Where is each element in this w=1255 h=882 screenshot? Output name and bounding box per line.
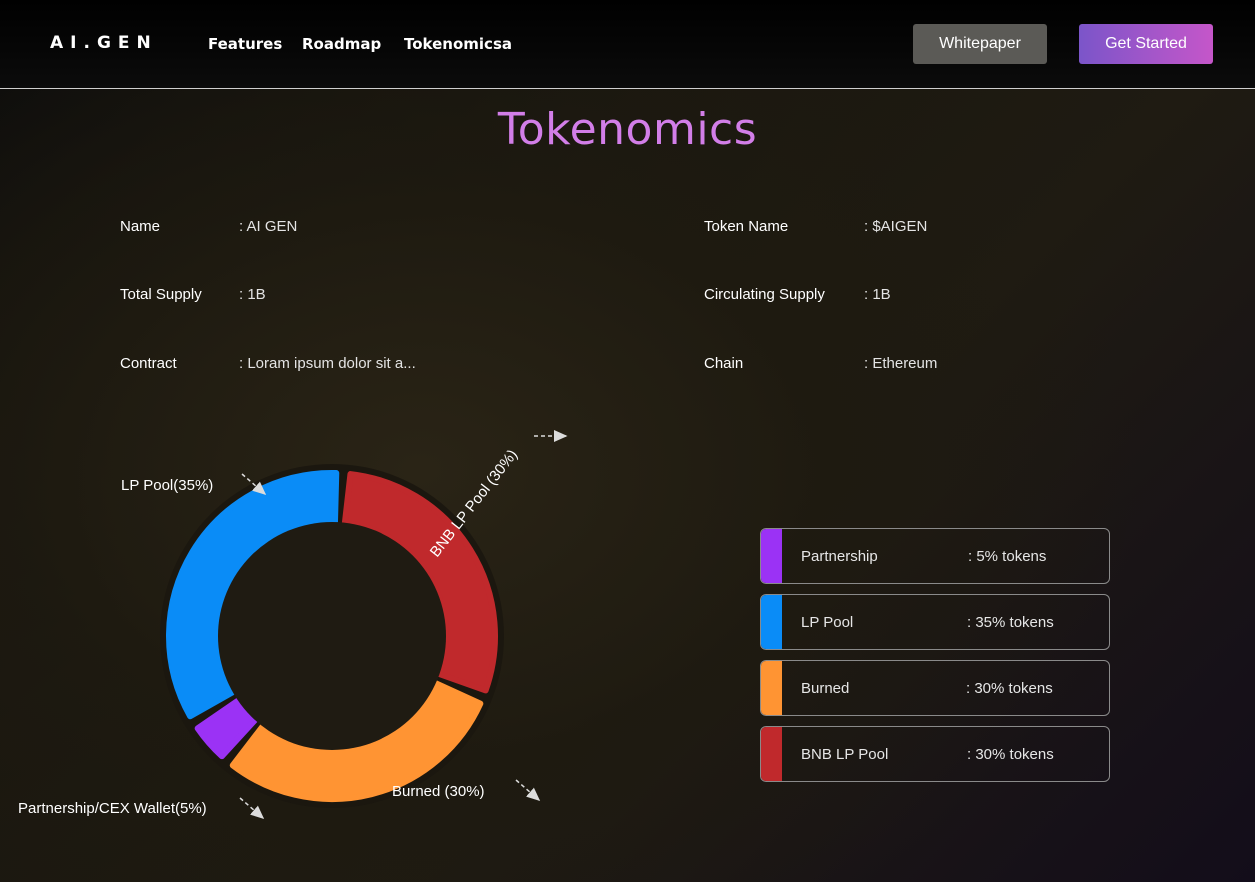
arrow-partnership [239, 797, 265, 819]
logo[interactable]: AI.GEN [50, 33, 158, 53]
legend-value: : 35% tokens [967, 614, 1054, 631]
nav-tokenomics[interactable]: Tokenomicsa [404, 35, 512, 53]
info-value-contract[interactable]: : Loram ipsum dolor sit a... [239, 355, 416, 372]
info-value-total-supply: : 1B [239, 286, 266, 303]
legend-item-lp-pool: LP Pool : 35% tokens [760, 594, 1110, 650]
get-started-button[interactable]: Get Started [1079, 24, 1213, 64]
info-label-token-name: Token Name [704, 218, 789, 235]
legend-swatch [761, 661, 782, 715]
donut-hole [218, 522, 446, 750]
legend-swatch [761, 529, 782, 583]
legend-item-bnb-lp-pool: BNB LP Pool : 30% tokens [760, 726, 1110, 782]
info-label-total-supply: Total Supply [120, 286, 202, 303]
info-value-circulating-supply: : 1B [864, 286, 891, 303]
nav-features[interactable]: Features [208, 35, 282, 53]
info-label-name: Name [120, 218, 161, 235]
info-value-name: : AI GEN [239, 218, 298, 235]
nav-roadmap[interactable]: Roadmap [302, 35, 381, 53]
legend-swatch [761, 595, 782, 649]
info-value-token-name: : $AIGEN [864, 218, 928, 235]
legend-value: : 5% tokens [968, 548, 1047, 565]
whitepaper-button[interactable]: Whitepaper [913, 24, 1047, 64]
label-lp-pool: LP Pool(35%) [121, 477, 213, 494]
site-header: AI.GEN Features Roadmap Tokenomicsa Whit… [0, 0, 1255, 89]
legend-name: BNB LP Pool [801, 746, 889, 763]
legend-item-burned: Burned : 30% tokens [760, 660, 1110, 716]
label-burned: Burned (30%) [392, 783, 485, 800]
info-label-chain: Chain [704, 355, 744, 372]
legend-name: Partnership [801, 548, 878, 565]
info-label-circulating-supply: Circulating Supply [704, 286, 825, 303]
arrow-burned [515, 779, 541, 801]
legend-value: : 30% tokens [967, 746, 1054, 763]
legend-item-partnership: Partnership : 5% tokens [760, 528, 1110, 584]
legend-name: LP Pool [801, 614, 854, 631]
info-value-chain: : Ethereum [864, 355, 938, 372]
page-title: Tokenomics [497, 104, 758, 155]
legend-name: Burned [801, 680, 850, 697]
label-partnership: Partnership/CEX Wallet(5%) [18, 800, 207, 817]
legend-value: : 30% tokens [966, 680, 1053, 697]
legend-swatch [761, 727, 782, 781]
tokenomics-donut-chart: LP Pool(35%) BNB LP Pool (30%) Burned (3… [18, 430, 568, 819]
info-label-contract: Contract [120, 355, 177, 372]
